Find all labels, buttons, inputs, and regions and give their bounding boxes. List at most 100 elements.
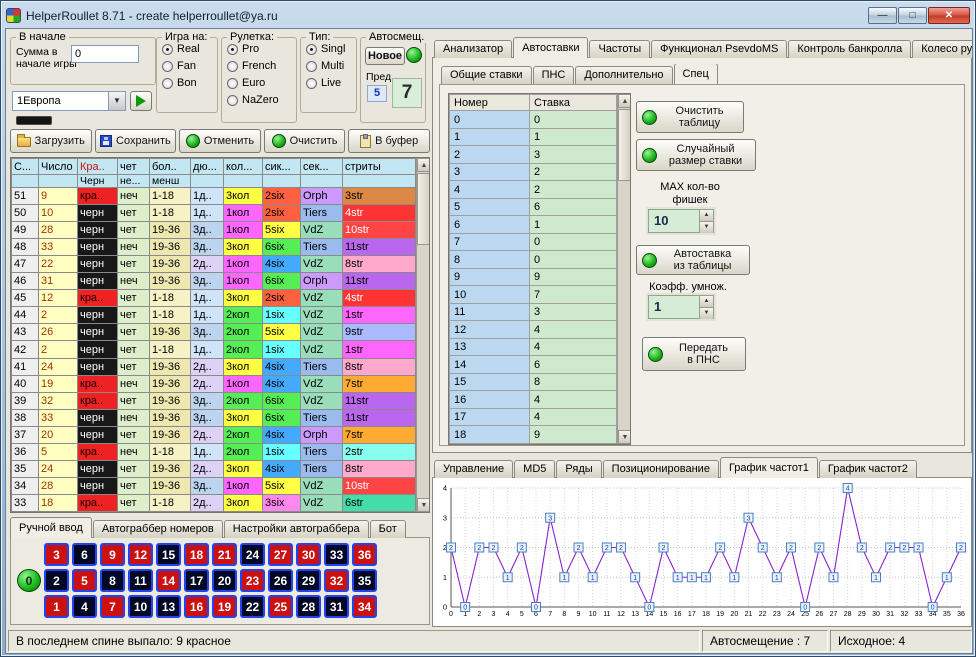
load-button[interactable]: Загрузить [10, 129, 92, 153]
titlebar[interactable]: HelperRoullet 8.71 - create helperroulle… [6, 5, 970, 26]
number-8[interactable]: 8 [100, 569, 125, 592]
number-28[interactable]: 28 [296, 595, 321, 618]
number-17[interactable]: 17 [184, 569, 209, 592]
close-button[interactable]: ✕ [928, 7, 970, 24]
send-to-pns-button[interactable]: Передатьв ПНС [642, 337, 746, 371]
number-24[interactable]: 24 [240, 543, 265, 566]
bets-row[interactable]: 124 [450, 321, 617, 339]
multiplier-spinner[interactable]: 1 ▲▼ [648, 295, 714, 319]
number-36[interactable]: 36 [352, 543, 377, 566]
number-3[interactable]: 3 [44, 543, 69, 566]
bets-row[interactable]: 23 [450, 146, 617, 164]
number-32[interactable]: 32 [324, 569, 349, 592]
history-row[interactable]: 519кра..неч1-181д..3кол2sixOrph3str [12, 188, 416, 205]
bets-row[interactable]: 164 [450, 391, 617, 409]
bets-row[interactable]: 158 [450, 373, 617, 391]
minimize-button[interactable]: — [868, 7, 897, 24]
history-row[interactable]: 4019кра..неч19-362д..1кол4sixVdZ7str [12, 375, 416, 392]
autoshift-status-icon[interactable] [406, 47, 422, 63]
spin-up-icon[interactable]: ▲ [700, 210, 713, 222]
number-12[interactable]: 12 [128, 543, 153, 566]
bets-row[interactable]: 146 [450, 356, 617, 374]
bets-row[interactable]: 113 [450, 303, 617, 321]
scroll-down-icon[interactable]: ▼ [618, 430, 631, 444]
radio-fan[interactable]: Fan [162, 60, 214, 72]
play-button[interactable] [130, 91, 152, 111]
history-row[interactable]: 422чернчет1-181д..2кол1sixVdZ1str [12, 341, 416, 358]
bets-row[interactable]: 56 [450, 198, 617, 216]
radio-live[interactable]: Live [306, 77, 353, 89]
autobet-from-table-button[interactable]: Автоставкаиз таблицы [636, 245, 750, 275]
bets-row[interactable]: 61 [450, 216, 617, 234]
number-30[interactable]: 30 [296, 543, 321, 566]
radio-singl[interactable]: Singl [306, 43, 353, 55]
number-16[interactable]: 16 [184, 595, 209, 618]
tab-автоставки[interactable]: Автоставки [513, 37, 588, 58]
number-34[interactable]: 34 [352, 595, 377, 618]
black-indicator-button[interactable] [16, 116, 52, 125]
number-20[interactable]: 20 [212, 569, 237, 592]
history-row[interactable]: 4928чернчет19-363д..1кол5sixVdZ10str [12, 222, 416, 239]
scroll-up-icon[interactable]: ▲ [618, 94, 631, 108]
buffer-button[interactable]: В буфер [348, 129, 430, 153]
bets-row[interactable]: 107 [450, 286, 617, 304]
number-2[interactable]: 2 [44, 569, 69, 592]
history-row[interactable]: 4631черннеч19-363д..1кол6sixOrph11str [12, 273, 416, 290]
number-14[interactable]: 14 [156, 569, 181, 592]
bets-row[interactable]: 189 [450, 426, 617, 444]
tab-график-частот2[interactable]: График частот2 [819, 460, 917, 478]
bets-row[interactable]: 99 [450, 268, 617, 286]
history-row[interactable]: 3833черннеч19-363д..3кол6sixTiers11str [12, 409, 416, 426]
number-26[interactable]: 26 [268, 569, 293, 592]
chevron-down-icon[interactable]: ▼ [108, 92, 125, 110]
save-button[interactable]: Сохранить [95, 129, 177, 153]
history-row[interactable]: 3524чернчет19-362д..3кол4sixTiers8str [12, 460, 416, 477]
number-1[interactable]: 1 [44, 595, 69, 618]
game-select[interactable]: 1Европа ▼ [12, 91, 126, 111]
bets-row[interactable]: 174 [450, 408, 617, 426]
new-autoshift-button[interactable]: Новое [365, 47, 405, 65]
radio-french[interactable]: French [227, 60, 293, 72]
history-row[interactable]: 5010чернчет1-181д..1кол2sixTiers4str [12, 205, 416, 222]
radio-bon[interactable]: Bon [162, 77, 214, 89]
bets-row[interactable]: 32 [450, 163, 617, 181]
tab-ручной-ввод[interactable]: Ручной ввод [10, 517, 92, 538]
number-29[interactable]: 29 [296, 569, 321, 592]
bets-row[interactable]: 80 [450, 251, 617, 269]
scroll-up-icon[interactable]: ▲ [417, 158, 430, 172]
history-row[interactable]: 4722чернчет19-362д..1кол4sixVdZ8str [12, 256, 416, 273]
spin-down-icon[interactable]: ▼ [700, 308, 713, 319]
clear-button[interactable]: Очистить [264, 129, 346, 153]
number-4[interactable]: 4 [72, 595, 97, 618]
tab-настройки-автограббера[interactable]: Настройки автограббера [224, 520, 369, 538]
spin-up-icon[interactable]: ▲ [700, 296, 713, 308]
history-scrollbar[interactable]: ▲ ▼ [416, 158, 430, 512]
tab-частоты[interactable]: Частоты [589, 40, 650, 58]
number-13[interactable]: 13 [156, 595, 181, 618]
tab-md5[interactable]: MD5 [514, 460, 555, 478]
maximize-button[interactable]: □ [898, 7, 927, 24]
tab-колесо-ру[interactable]: Колесо ру [912, 40, 972, 58]
radio-euro[interactable]: Euro [227, 77, 293, 89]
tab-управление[interactable]: Управление [434, 460, 513, 478]
number-35[interactable]: 35 [352, 569, 377, 592]
number-31[interactable]: 31 [324, 595, 349, 618]
tab-контроль-банкролла[interactable]: Контроль банкролла [788, 40, 911, 58]
number-11[interactable]: 11 [128, 569, 153, 592]
start-sum-input[interactable] [71, 45, 139, 63]
undo-button[interactable]: Отменить [179, 129, 261, 153]
tab-анализатор[interactable]: Анализатор [434, 40, 512, 58]
random-stake-button[interactable]: Случайныйразмер ставки [636, 139, 756, 171]
tab-позиционирование[interactable]: Позиционирование [603, 460, 719, 478]
radio-multi[interactable]: Multi [306, 60, 353, 72]
tab-автограббер-номеров[interactable]: Автограббер номеров [93, 520, 223, 538]
history-row[interactable]: 442чернчет1-181д..2кол1sixVdZ1str [12, 307, 416, 324]
radio-nazero[interactable]: NaZero [227, 94, 293, 106]
spin-down-icon[interactable]: ▼ [700, 222, 713, 233]
bets-row[interactable]: 11 [450, 128, 617, 146]
tab-ряды[interactable]: Ряды [556, 460, 601, 478]
tab-график-частот1[interactable]: График частот1 [720, 457, 818, 478]
number-21[interactable]: 21 [212, 543, 237, 566]
bets-row[interactable]: 134 [450, 338, 617, 356]
number-15[interactable]: 15 [156, 543, 181, 566]
